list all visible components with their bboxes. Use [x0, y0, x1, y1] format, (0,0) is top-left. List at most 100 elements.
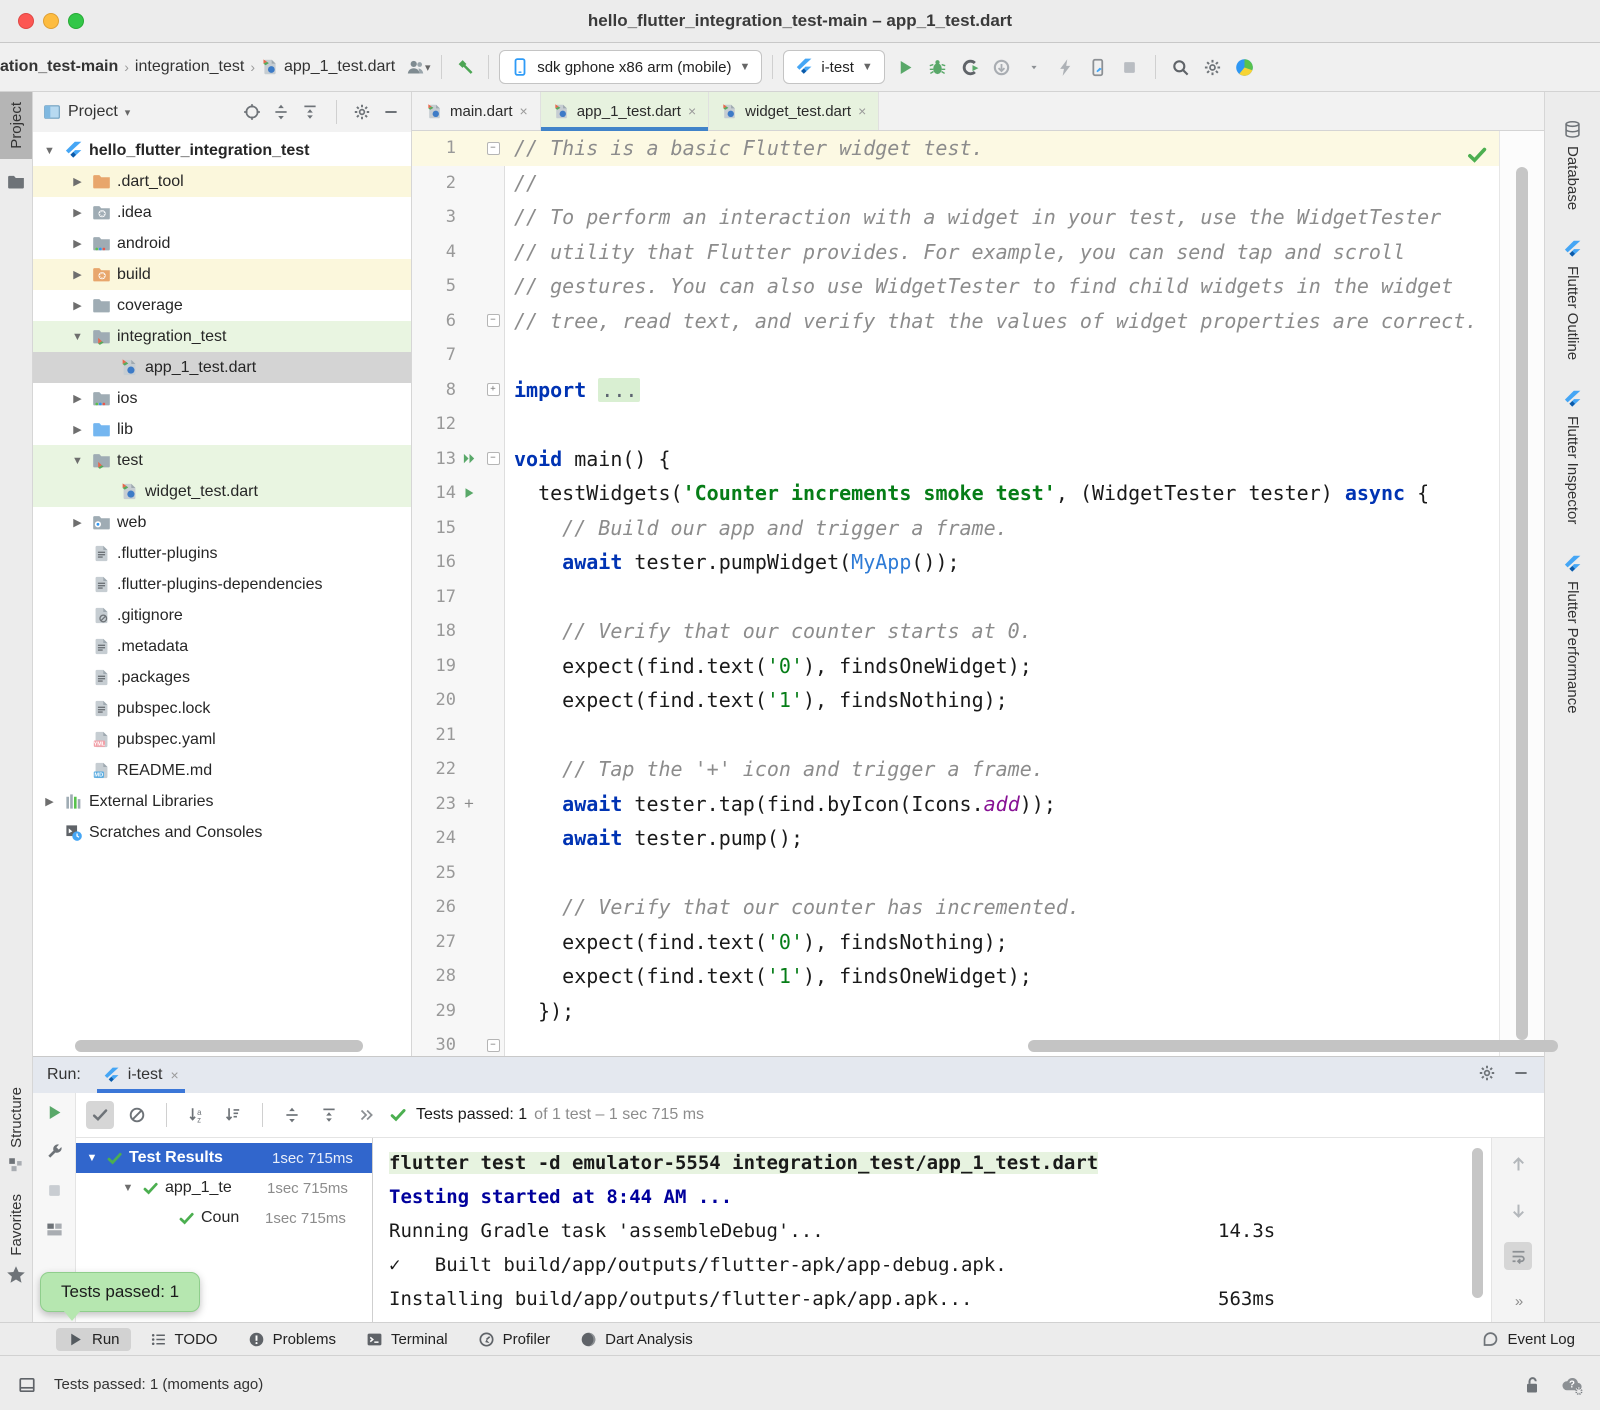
- tree-item-flutter-plugins[interactable]: .flutter-plugins: [33, 538, 411, 569]
- run-tab-i-test[interactable]: i-test ×: [97, 1057, 185, 1093]
- sidebar-item-flutter-outline[interactable]: Flutter Outline: [1563, 240, 1582, 360]
- coverage-caret[interactable]: [1021, 54, 1047, 80]
- close-window-button[interactable]: [18, 13, 34, 29]
- tab-app-1-test-dart[interactable]: app_1_test.dart×: [541, 92, 709, 130]
- sidebar-item-flutter-performance[interactable]: Flutter Performance: [1563, 555, 1582, 714]
- toolwindow-button-problems[interactable]: Problems: [237, 1328, 347, 1351]
- collapse-all-button[interactable]: [301, 103, 320, 122]
- tree-item-build[interactable]: ▶build: [33, 259, 411, 290]
- code-line-8[interactable]: 8+import ...: [412, 373, 1499, 408]
- tree-item-dart-tool[interactable]: ▶.dart_tool: [33, 166, 411, 197]
- run-all-tests-icon[interactable]: [462, 451, 477, 466]
- code-line-12[interactable]: 12: [412, 407, 1499, 442]
- tree-item-app-1-test-dart[interactable]: app_1_test.dart: [33, 352, 411, 383]
- tree-arrow-icon[interactable]: ▶: [69, 237, 86, 250]
- toolwindow-button-event-log[interactable]: Event Log: [1471, 1328, 1586, 1351]
- tree-arrow-icon[interactable]: ▼: [41, 145, 58, 157]
- code-line-4[interactable]: 4// utility that Flutter provides. For e…: [412, 235, 1499, 270]
- code-line-5[interactable]: 5// gestures. You can also use WidgetTes…: [412, 269, 1499, 304]
- more-actions-button[interactable]: [352, 1101, 380, 1129]
- tree-arrow-icon[interactable]: ▶: [69, 299, 86, 312]
- stop-button[interactable]: [1117, 54, 1143, 80]
- code-line-7[interactable]: 7: [412, 338, 1499, 373]
- code-line-21[interactable]: 21: [412, 718, 1499, 753]
- code-line-15[interactable]: 15 // Build our app and trigger a frame.: [412, 511, 1499, 546]
- toolwindow-button-run[interactable]: Run: [56, 1328, 131, 1351]
- tree-item-metadata[interactable]: .metadata: [33, 631, 411, 662]
- code-line-20[interactable]: 20 expect(find.text('1'), findsNothing);: [412, 683, 1499, 718]
- code-line-14[interactable]: 14 testWidgets('Counter increments smoke…: [412, 476, 1499, 511]
- sort-by-duration-toggle[interactable]: [219, 1101, 247, 1129]
- scrollbar-thumb[interactable]: [1516, 167, 1528, 1040]
- hide-button[interactable]: [1512, 1064, 1530, 1087]
- tree-item-widget-test-dart[interactable]: widget_test.dart: [33, 476, 411, 507]
- editor-scrollbar[interactable]: [1499, 131, 1544, 1056]
- show-passed-toggle[interactable]: [86, 1101, 114, 1129]
- project-hscrollbar[interactable]: [75, 1040, 363, 1052]
- tree-item-lib[interactable]: ▶lib: [33, 414, 411, 445]
- code-line-19[interactable]: 19 expect(find.text('0'), findsOneWidget…: [412, 649, 1499, 684]
- locate-button[interactable]: [243, 103, 262, 122]
- sidebar-item-favorites[interactable]: Favorites: [0, 1184, 32, 1296]
- sidebar-item-project[interactable]: Project: [0, 92, 32, 159]
- toolwindow-button-dart-analysis[interactable]: Dart Analysis: [569, 1328, 704, 1351]
- test-tree-item-app-1-te[interactable]: ▼app_1_te1sec 715ms: [76, 1173, 372, 1203]
- code-line-16[interactable]: 16 await tester.pumpWidget(MyApp());: [412, 545, 1499, 580]
- tree-arrow-icon[interactable]: ▼: [69, 331, 86, 343]
- code-line-13[interactable]: 13−void main() {: [412, 442, 1499, 477]
- code-area[interactable]: 1−// This is a basic Flutter widget test…: [412, 131, 1499, 1056]
- tree-item-pubspec-lock[interactable]: pubspec.lock: [33, 693, 411, 724]
- run-test-icon[interactable]: [462, 486, 476, 500]
- tab-widget-test-dart[interactable]: widget_test.dart×: [709, 92, 879, 130]
- breadcrumb-item-app-1-test-dart[interactable]: app_1_test.dart: [261, 58, 395, 76]
- debug-button[interactable]: [925, 54, 951, 80]
- sidebar-item-database[interactable]: Database: [1563, 120, 1582, 210]
- breadcrumb-item-ation-test-main[interactable]: ation_test-main: [0, 58, 118, 76]
- sidebar-item-flutter-inspector[interactable]: Flutter Inspector: [1563, 390, 1582, 524]
- close-icon[interactable]: ×: [858, 103, 866, 119]
- scroll-up-button[interactable]: [1504, 1150, 1532, 1178]
- toolwindow-toggle-icon[interactable]: [18, 1376, 36, 1394]
- build-button[interactable]: [452, 54, 478, 80]
- zoom-window-button[interactable]: [68, 13, 84, 29]
- tree-arrow-icon[interactable]: ▶: [69, 516, 86, 529]
- unfold-marker-icon[interactable]: +: [487, 383, 500, 396]
- rerun-tests-button[interactable]: [45, 1103, 64, 1126]
- tree-item-gitignore[interactable]: .gitignore: [33, 600, 411, 631]
- flutter-attach-button[interactable]: [1085, 54, 1111, 80]
- tree-item-pubspec-yaml[interactable]: YMLpubspec.yaml: [33, 724, 411, 755]
- coverage-button[interactable]: [989, 54, 1015, 80]
- fold-marker-icon[interactable]: −: [487, 452, 500, 465]
- code-line-17[interactable]: 17: [412, 580, 1499, 615]
- code-line-27[interactable]: 27 expect(find.text('0'), findsNothing);: [412, 925, 1499, 960]
- tree-item-ios[interactable]: ▶ios: [33, 383, 411, 414]
- breadcrumb-item-integration-test[interactable]: integration_test: [135, 58, 244, 76]
- inspections-ok-icon[interactable]: [1466, 144, 1488, 166]
- settings-button[interactable]: [353, 103, 372, 122]
- expand-all-button[interactable]: [272, 103, 291, 122]
- help-cloud-icon[interactable]: ?: [1560, 1373, 1584, 1397]
- code-line-6[interactable]: 6−// tree, read text, and verify that th…: [412, 304, 1499, 339]
- tree-item-web[interactable]: ▶web: [33, 507, 411, 538]
- code-line-18[interactable]: 18 // Verify that our counter starts at …: [412, 614, 1499, 649]
- code-line-1[interactable]: 1−// This is a basic Flutter widget test…: [412, 131, 1499, 166]
- code-line-25[interactable]: 25: [412, 856, 1499, 891]
- more-actions-icon[interactable]: »: [1515, 1293, 1521, 1310]
- tree-arrow-icon[interactable]: ▶: [69, 423, 86, 436]
- editor-hscrollbar[interactable]: [1028, 1040, 1558, 1052]
- code-line-24[interactable]: 24 await tester.pump();: [412, 821, 1499, 856]
- project-view-selector[interactable]: Project: [68, 103, 118, 121]
- code-line-2[interactable]: 2//: [412, 166, 1499, 201]
- tree-arrow-icon[interactable]: ▶: [69, 175, 86, 188]
- expand-all-button[interactable]: [278, 1101, 306, 1129]
- close-icon[interactable]: ×: [688, 103, 696, 119]
- tree-item-hello-flutter-integration-test[interactable]: ▼hello_flutter_integration_test: [33, 135, 411, 166]
- code-line-29[interactable]: 29 });: [412, 994, 1499, 1029]
- tree-arrow-icon[interactable]: ▼: [69, 455, 86, 467]
- fold-marker-icon[interactable]: −: [487, 142, 500, 155]
- test-tree-item-coun[interactable]: Coun1sec 715ms: [76, 1203, 372, 1233]
- tree-arrow-icon[interactable]: ▶: [41, 795, 58, 808]
- test-settings-button[interactable]: [45, 1142, 64, 1165]
- tab-main-dart[interactable]: main.dart×: [414, 92, 541, 130]
- sort-alphabetically-toggle[interactable]: az: [182, 1101, 210, 1129]
